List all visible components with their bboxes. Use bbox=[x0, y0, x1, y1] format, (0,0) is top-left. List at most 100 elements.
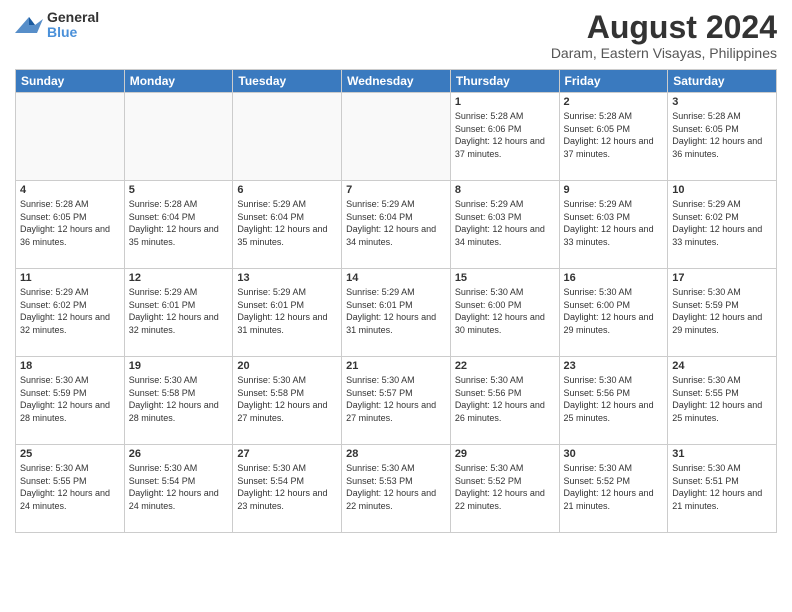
day-info: Sunrise: 5:28 AM Sunset: 6:04 PM Dayligh… bbox=[129, 198, 229, 248]
weekday-saturday: Saturday bbox=[668, 70, 777, 93]
day-cell: 28 Sunrise: 5:30 AM Sunset: 5:53 PM Dayli… bbox=[342, 445, 451, 533]
day-cell: 7 Sunrise: 5:29 AM Sunset: 6:04 PM Daylig… bbox=[342, 181, 451, 269]
day-cell: 14 Sunrise: 5:29 AM Sunset: 6:01 PM Dayli… bbox=[342, 269, 451, 357]
day-cell: 21Sunrise: 5:30 AM Sunset: 5:57 PM Dayli… bbox=[342, 357, 451, 445]
day-info: Sunrise: 5:30 AM Sunset: 5:58 PM Dayligh… bbox=[129, 374, 229, 424]
day-info: Sunrise: 5:30 AM Sunset: 5:59 PM Dayligh… bbox=[20, 374, 120, 424]
day-cell: 13 Sunrise: 5:29 AM Sunset: 6:01 PM Dayli… bbox=[233, 269, 342, 357]
day-number: 23 bbox=[564, 360, 664, 372]
day-number: 18 bbox=[20, 360, 120, 372]
day-info: Sunrise: 5:28 AM Sunset: 6:05 PM Dayligh… bbox=[20, 198, 120, 248]
week-row-1: 1 Sunrise: 5:28 AM Sunset: 6:06 PM Daylig… bbox=[16, 93, 777, 181]
day-info: Sunrise: 5:29 AM Sunset: 6:01 PM Dayligh… bbox=[129, 286, 229, 336]
day-cell: 19 Sunrise: 5:30 AM Sunset: 5:58 PM Dayli… bbox=[124, 357, 233, 445]
logo-blue: Blue bbox=[47, 25, 99, 40]
day-cell: 4 Sunrise: 5:28 AM Sunset: 6:05 PM Daylig… bbox=[16, 181, 125, 269]
day-cell bbox=[16, 93, 125, 181]
day-info: Sunrise: 5:30 AM Sunset: 5:55 PM Dayligh… bbox=[20, 462, 120, 512]
day-info: Sunrise: 5:30 AM Sunset: 5:56 PM Dayligh… bbox=[455, 374, 555, 424]
day-number: 15 bbox=[455, 272, 555, 284]
day-info: Sunrise: 5:29 AM Sunset: 6:01 PM Dayligh… bbox=[346, 286, 446, 336]
day-cell bbox=[124, 93, 233, 181]
day-info: Sunrise: 5:29 AM Sunset: 6:04 PM Dayligh… bbox=[346, 198, 446, 248]
calendar-header: SundayMondayTuesdayWednesdayThursdayFrid… bbox=[16, 70, 777, 93]
day-number: 7 bbox=[346, 184, 446, 196]
weekday-sunday: Sunday bbox=[16, 70, 125, 93]
day-cell: 20 Sunrise: 5:30 AM Sunset: 5:58 PM Dayli… bbox=[233, 357, 342, 445]
day-cell: 22Sunrise: 5:30 AM Sunset: 5:56 PM Dayli… bbox=[450, 357, 559, 445]
day-info: Sunrise: 5:28 AM Sunset: 6:06 PM Dayligh… bbox=[455, 110, 555, 160]
weekday-thursday: Thursday bbox=[450, 70, 559, 93]
header: General Blue August 2024 Daram, Eastern … bbox=[15, 10, 777, 61]
day-info: Sunrise: 5:30 AM Sunset: 5:56 PM Dayligh… bbox=[564, 374, 664, 424]
subtitle: Daram, Eastern Visayas, Philippines bbox=[551, 45, 777, 61]
day-number: 31 bbox=[672, 448, 772, 460]
day-cell: 2 Sunrise: 5:28 AM Sunset: 6:05 PM Daylig… bbox=[559, 93, 668, 181]
day-cell: 15 Sunrise: 5:30 AM Sunset: 6:00 PM Dayli… bbox=[450, 269, 559, 357]
day-info: Sunrise: 5:30 AM Sunset: 6:00 PM Dayligh… bbox=[564, 286, 664, 336]
day-info: Sunrise: 5:30 AM Sunset: 5:54 PM Dayligh… bbox=[129, 462, 229, 512]
day-info: Sunrise: 5:29 AM Sunset: 6:03 PM Dayligh… bbox=[455, 198, 555, 248]
day-info: Sunrise: 5:30 AM Sunset: 5:58 PM Dayligh… bbox=[237, 374, 337, 424]
weekday-row: SundayMondayTuesdayWednesdayThursdayFrid… bbox=[16, 70, 777, 93]
day-number: 2 bbox=[564, 96, 664, 108]
day-number: 12 bbox=[129, 272, 229, 284]
day-number: 25 bbox=[20, 448, 120, 460]
day-cell bbox=[233, 93, 342, 181]
main-title: August 2024 bbox=[551, 10, 777, 45]
day-number: 13 bbox=[237, 272, 337, 284]
day-number: 19 bbox=[129, 360, 229, 372]
calendar-body: 1 Sunrise: 5:28 AM Sunset: 6:06 PM Daylig… bbox=[16, 93, 777, 533]
day-number: 27 bbox=[237, 448, 337, 460]
day-cell: 27 Sunrise: 5:30 AM Sunset: 5:54 PM Dayli… bbox=[233, 445, 342, 533]
day-info: Sunrise: 5:29 AM Sunset: 6:04 PM Dayligh… bbox=[237, 198, 337, 248]
logo-text: General Blue bbox=[47, 10, 99, 41]
logo-icon bbox=[15, 13, 43, 37]
day-number: 14 bbox=[346, 272, 446, 284]
day-number: 29 bbox=[455, 448, 555, 460]
day-cell: 11 Sunrise: 5:29 AM Sunset: 6:02 PM Dayli… bbox=[16, 269, 125, 357]
day-cell: 17Sunrise: 5:30 AM Sunset: 5:59 PM Dayli… bbox=[668, 269, 777, 357]
weekday-monday: Monday bbox=[124, 70, 233, 93]
day-info: Sunrise: 5:30 AM Sunset: 5:59 PM Dayligh… bbox=[672, 286, 772, 336]
day-number: 6 bbox=[237, 184, 337, 196]
day-number: 11 bbox=[20, 272, 120, 284]
page: General Blue August 2024 Daram, Eastern … bbox=[0, 0, 792, 612]
day-number: 28 bbox=[346, 448, 446, 460]
day-cell: 5 Sunrise: 5:28 AM Sunset: 6:04 PM Daylig… bbox=[124, 181, 233, 269]
logo-general: General bbox=[47, 10, 99, 25]
day-info: Sunrise: 5:30 AM Sunset: 5:55 PM Dayligh… bbox=[672, 374, 772, 424]
day-number: 5 bbox=[129, 184, 229, 196]
day-cell: 12 Sunrise: 5:29 AM Sunset: 6:01 PM Dayli… bbox=[124, 269, 233, 357]
day-cell: 3Sunrise: 5:28 AM Sunset: 6:05 PM Daylig… bbox=[668, 93, 777, 181]
day-info: Sunrise: 5:28 AM Sunset: 6:05 PM Dayligh… bbox=[564, 110, 664, 160]
day-cell: 6 Sunrise: 5:29 AM Sunset: 6:04 PM Daylig… bbox=[233, 181, 342, 269]
day-number: 1 bbox=[455, 96, 555, 108]
day-info: Sunrise: 5:30 AM Sunset: 5:54 PM Dayligh… bbox=[237, 462, 337, 512]
week-row-3: 11 Sunrise: 5:29 AM Sunset: 6:02 PM Dayli… bbox=[16, 269, 777, 357]
title-block: August 2024 Daram, Eastern Visayas, Phil… bbox=[551, 10, 777, 61]
day-number: 16 bbox=[564, 272, 664, 284]
day-cell: 10Sunrise: 5:29 AM Sunset: 6:02 PM Dayli… bbox=[668, 181, 777, 269]
day-info: Sunrise: 5:30 AM Sunset: 5:52 PM Dayligh… bbox=[455, 462, 555, 512]
day-info: Sunrise: 5:29 AM Sunset: 6:03 PM Dayligh… bbox=[564, 198, 664, 248]
day-cell: 31Sunrise: 5:30 AM Sunset: 5:51 PM Dayli… bbox=[668, 445, 777, 533]
week-row-4: 18 Sunrise: 5:30 AM Sunset: 5:59 PM Dayli… bbox=[16, 357, 777, 445]
day-cell bbox=[342, 93, 451, 181]
day-cell: 23 Sunrise: 5:30 AM Sunset: 5:56 PM Dayli… bbox=[559, 357, 668, 445]
day-number: 20 bbox=[237, 360, 337, 372]
day-info: Sunrise: 5:30 AM Sunset: 6:00 PM Dayligh… bbox=[455, 286, 555, 336]
day-cell: 25 Sunrise: 5:30 AM Sunset: 5:55 PM Dayli… bbox=[16, 445, 125, 533]
calendar: SundayMondayTuesdayWednesdayThursdayFrid… bbox=[15, 69, 777, 533]
day-info: Sunrise: 5:29 AM Sunset: 6:02 PM Dayligh… bbox=[20, 286, 120, 336]
day-info: Sunrise: 5:29 AM Sunset: 6:01 PM Dayligh… bbox=[237, 286, 337, 336]
day-number: 9 bbox=[564, 184, 664, 196]
day-number: 26 bbox=[129, 448, 229, 460]
day-cell: 29 Sunrise: 5:30 AM Sunset: 5:52 PM Dayli… bbox=[450, 445, 559, 533]
weekday-tuesday: Tuesday bbox=[233, 70, 342, 93]
day-number: 4 bbox=[20, 184, 120, 196]
day-info: Sunrise: 5:28 AM Sunset: 6:05 PM Dayligh… bbox=[672, 110, 772, 160]
day-number: 10 bbox=[672, 184, 772, 196]
day-info: Sunrise: 5:30 AM Sunset: 5:57 PM Dayligh… bbox=[346, 374, 446, 424]
day-info: Sunrise: 5:30 AM Sunset: 5:53 PM Dayligh… bbox=[346, 462, 446, 512]
